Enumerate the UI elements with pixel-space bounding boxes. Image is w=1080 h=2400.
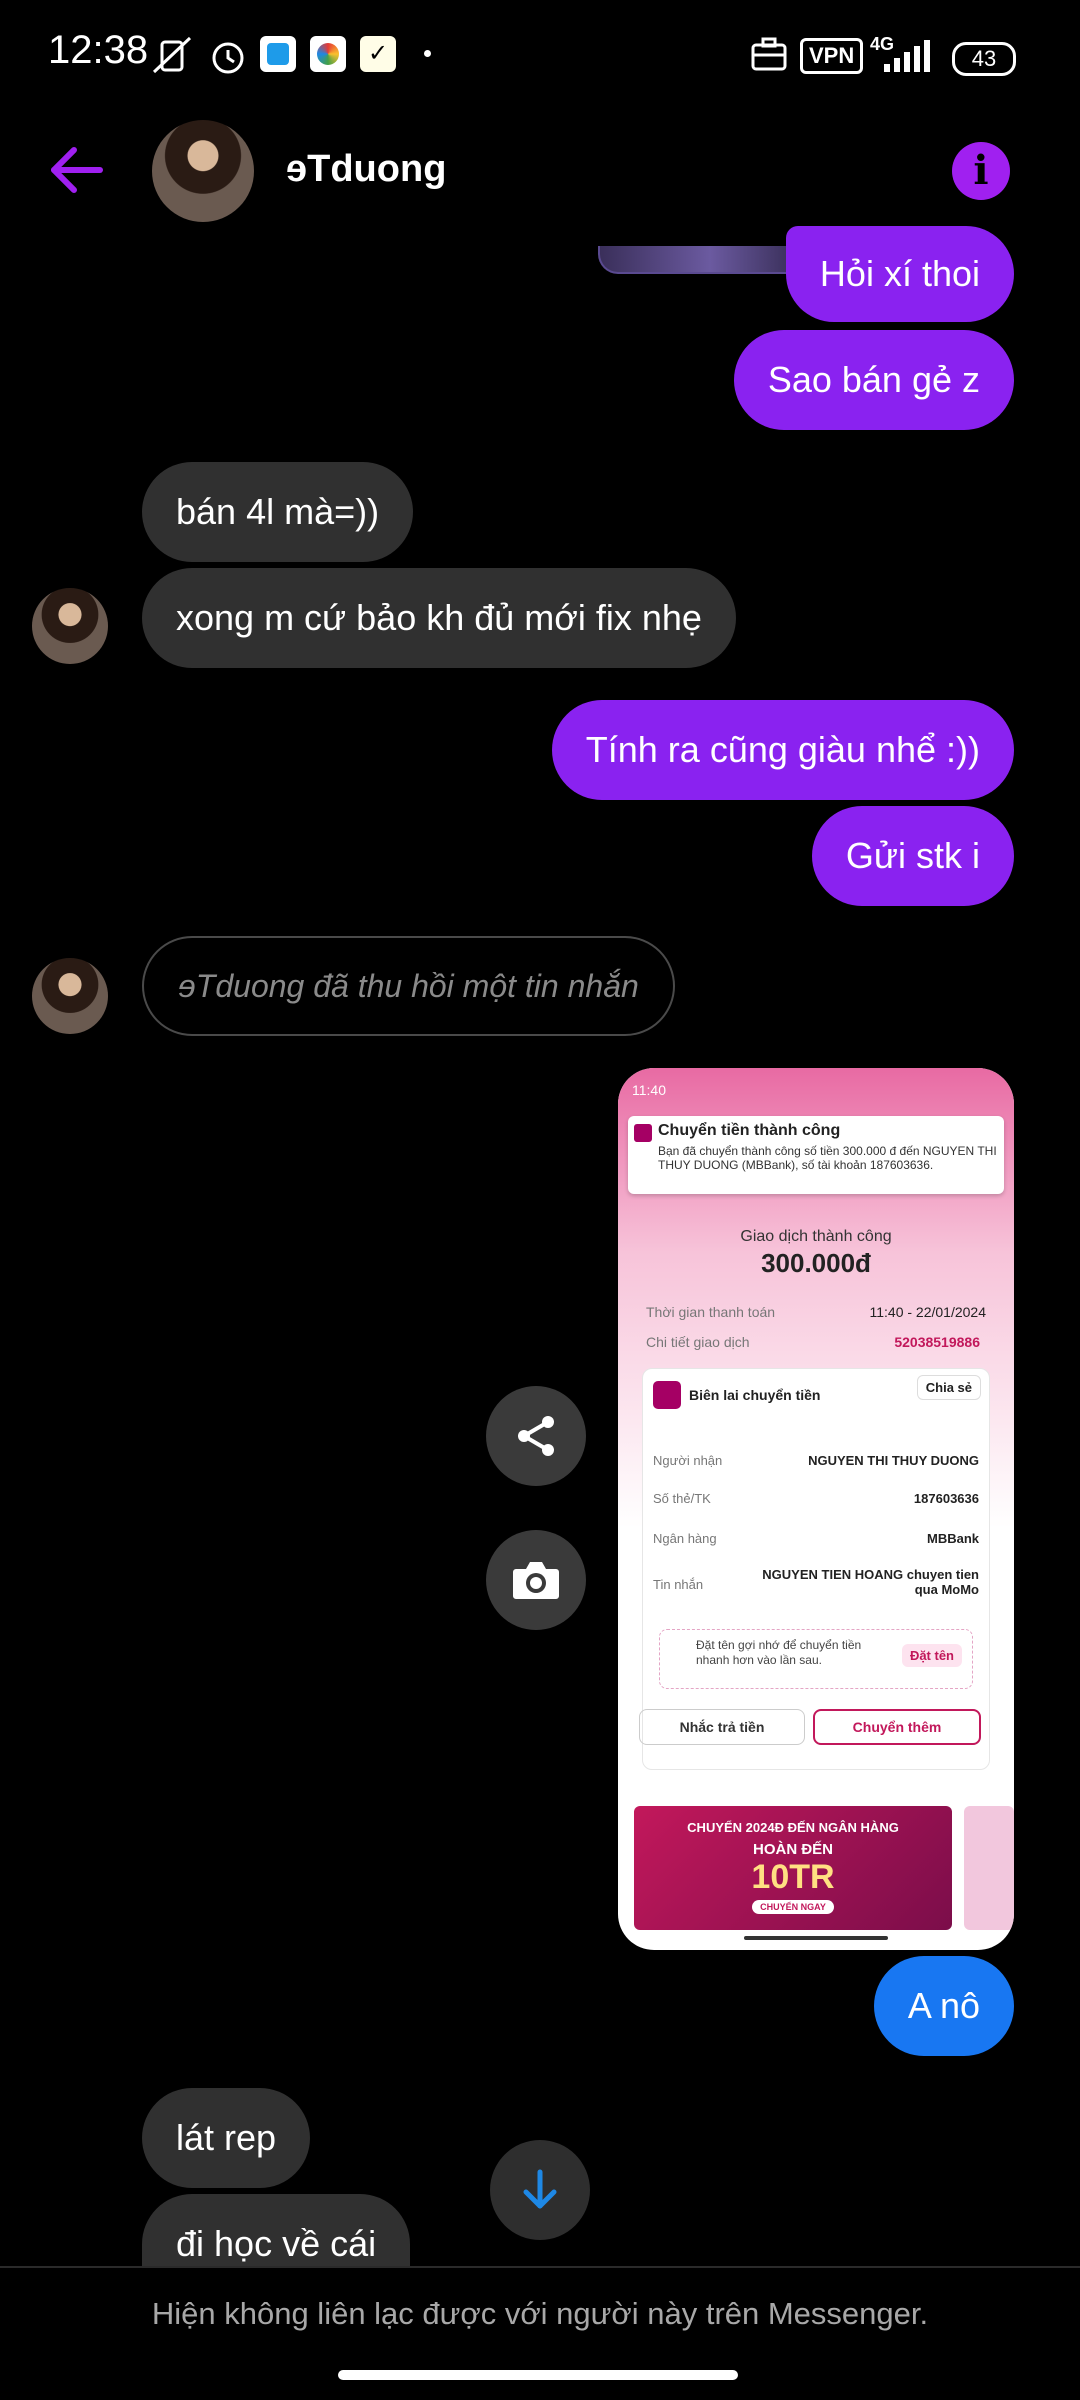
message-bubble[interactable]: Hỏi xí thoi	[785, 226, 1014, 322]
set-name-button: Đặt tên	[901, 1644, 962, 1667]
camera-button[interactable]	[486, 1530, 586, 1630]
receipt-row-value: 187603636	[913, 1491, 979, 1506]
transfer-notification: Chuyển tiền thành công Bạn đã chuyển thà…	[628, 1116, 1004, 1194]
status-time: 12:38	[48, 28, 149, 72]
banner-amount: 10TR	[751, 1858, 835, 1896]
camera-icon	[513, 1562, 559, 1599]
share-button[interactable]	[486, 1386, 586, 1486]
app-notification-icon	[260, 36, 296, 72]
notification-title: Chuyển tiền thành công	[658, 1122, 841, 1139]
more-notifications-dot	[424, 50, 431, 57]
contact-name[interactable]: ɘTduong	[286, 148, 446, 191]
receipt-row-value: NGUYEN THI THUY DUONG	[808, 1453, 979, 1468]
time-value: 11:40 - 22/01/2024	[869, 1304, 986, 1320]
message-bubble[interactable]: A nô	[873, 1956, 1014, 2056]
back-arrow-icon[interactable]	[46, 140, 106, 205]
time-label: Thời gian thanh toán	[646, 1304, 776, 1320]
message-bubble[interactable]: Sao bán gẻ z	[733, 330, 1014, 430]
battery-indicator: 43	[952, 42, 1016, 76]
banner-line: CHUYỂN 2024Đ ĐẾN NGÂN HÀNG	[687, 1820, 899, 1835]
work-briefcase-icon	[750, 36, 788, 77]
receipt-row-label: Số thẻ/TK	[653, 1491, 711, 1506]
message-bubble[interactable]: Gửi stk i	[811, 806, 1014, 906]
scroll-to-bottom-button[interactable]	[490, 2140, 590, 2240]
message-bubble[interactable]: bán 4l mà=))	[142, 462, 414, 562]
momo-logo-icon	[634, 1124, 652, 1142]
receipt-row-label: Người nhận	[653, 1453, 723, 1468]
revoked-message[interactable]: ɘTduong đã thu hồi một tin nhắn	[142, 936, 675, 1036]
signal-icon	[870, 38, 940, 79]
receipt-row-value: MBBank	[926, 1531, 979, 1546]
info-icon[interactable]: i	[952, 142, 1010, 200]
detail-label: Chi tiết giao dịch	[646, 1334, 750, 1350]
receipt-row-value: NGUYEN TIEN HOANG chuyen tien qua MoMo	[762, 1567, 979, 1597]
message-bubble[interactable]: lát rep	[142, 2088, 311, 2188]
receipt-title: Biên lai chuyển tiền	[689, 1387, 821, 1403]
hint-text: Đặt tên gợi nhớ để chuyển tiền nhanh hơn…	[696, 1638, 862, 1667]
shared-screenshot-image[interactable]: 11:40 Chuyển tiền thành công Bạn đã chuy…	[618, 1068, 1014, 1950]
message-bubble[interactable]: Tính ra cũng giàu nhể :))	[551, 700, 1014, 800]
footer-divider	[0, 2266, 1080, 2268]
sender-avatar[interactable]	[32, 588, 108, 664]
share-icon	[518, 1416, 554, 1456]
notification-body: Bạn đã chuyển thành công số tiền 300.000…	[658, 1144, 997, 1172]
receipt-row-label: Ngân hàng	[653, 1531, 717, 1546]
message-bubble[interactable]: xong m cứ bảo kh đủ mới fix nhẹ	[142, 568, 736, 668]
screenshot-home-bar	[744, 1936, 888, 1940]
transfer-more-button: Chuyển thêm	[813, 1709, 981, 1745]
contact-avatar[interactable]	[152, 120, 254, 222]
screenshot-status-time: 11:40	[632, 1082, 666, 1098]
amount: 300.000đ	[761, 1248, 871, 1278]
banner-line: HOÀN ĐẾN	[752, 1841, 833, 1858]
receipt-card: Biên lai chuyển tiền Chia sẻ Người nhận …	[639, 1368, 990, 1770]
check-notification-icon: ✓	[360, 36, 396, 72]
remind-button: Nhắc trả tiền	[639, 1709, 805, 1745]
share-receipt-button: Chia sẻ	[916, 1375, 981, 1400]
sender-avatar[interactable]	[32, 958, 108, 1034]
detail-value: 52038519886	[894, 1334, 980, 1350]
success-label: Giao dịch thành công	[740, 1228, 892, 1245]
arrow-down-icon	[523, 2169, 557, 2209]
banner-cta: CHUYỂN NGAY	[752, 1900, 834, 1914]
home-indicator[interactable]	[338, 2370, 738, 2380]
message-bubble[interactable]: đi học về cái	[142, 2194, 411, 2266]
alarm-icon	[208, 36, 248, 81]
gallery-notification-icon	[310, 36, 346, 72]
vpn-badge: VPN	[800, 38, 864, 74]
promo-banner-next	[964, 1806, 1014, 1930]
momo-logo-icon	[653, 1381, 681, 1409]
name-hint-box: Đặt tên gợi nhớ để chuyển tiền nhanh hơn…	[659, 1629, 973, 1689]
receipt-row-label: Tin nhắn	[653, 1577, 704, 1592]
vibrate-off-icon	[150, 36, 196, 81]
unavailable-notice: Hiện không liên lạc được với người này t…	[151, 2296, 929, 2331]
promo-banner: CHUYỂN 2024Đ ĐẾN NGÂN HÀNG HOÀN ĐẾN 10TR…	[634, 1806, 952, 1930]
